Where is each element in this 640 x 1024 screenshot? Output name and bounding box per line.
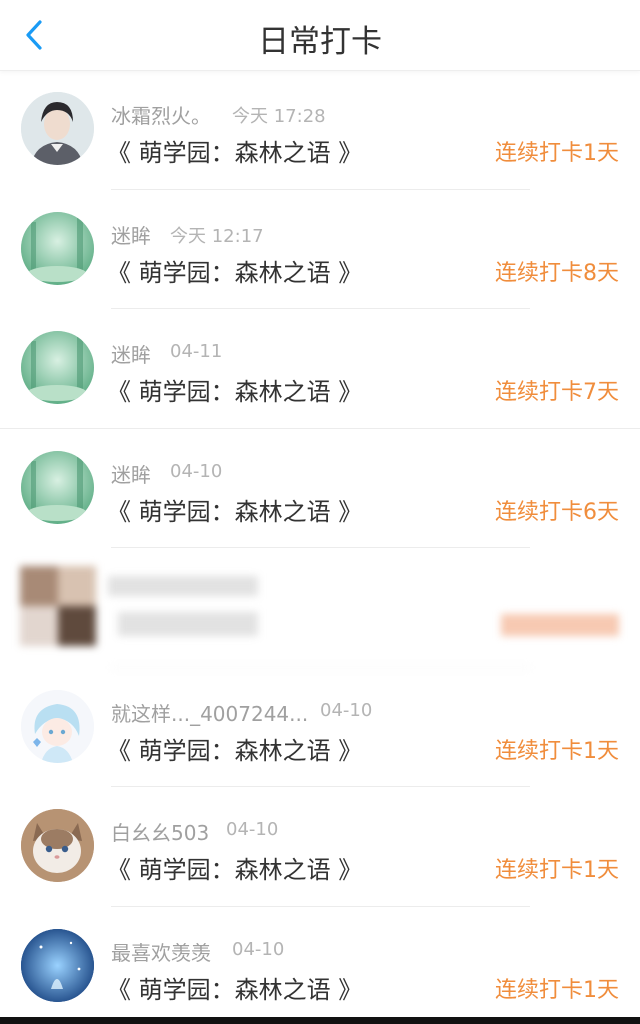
system-nav-bar (0, 1017, 640, 1024)
book-title: 《 萌学园：森林之语 》 (107, 497, 363, 526)
checkin-item[interactable]: 冰霜烈火。 今天 17:28 《 萌学园：森林之语 》 连续打卡1天 (0, 70, 640, 190)
checkin-time: 04-10 (170, 460, 223, 482)
checkin-item[interactable]: 迷眸 04-10 《 萌学园：森林之语 》 连续打卡6天 (0, 429, 640, 548)
checkin-time: 今天 17:28 (232, 106, 326, 127)
checkin-time: 04-10 (320, 699, 373, 721)
streak-label[interactable]: 连续打卡6天 (495, 494, 619, 526)
book-title: 《 萌学园：森林之语 》 (107, 258, 363, 287)
redacted-checkin-item[interactable] (0, 548, 640, 668)
user-name: 最喜欢羡羡 (111, 940, 211, 965)
streak-label[interactable]: 连续打卡1天 (495, 135, 619, 167)
kitten-avatar[interactable] (21, 809, 94, 882)
anime-girl-avatar[interactable] (21, 689, 94, 763)
user-name: 白幺幺503 (111, 821, 210, 845)
header-bar: 日常打卡 (0, 0, 640, 71)
book-title: 《 萌学园：森林之语 》 (107, 378, 363, 406)
streak-label[interactable]: 连续打卡1天 (495, 852, 619, 884)
checkin-time: 04-11 (170, 341, 223, 362)
forest-avatar[interactable] (21, 450, 94, 524)
redacted-streak (501, 614, 619, 636)
portrait-avatar[interactable] (21, 92, 94, 165)
checkin-list: 冰霜烈火。 今天 17:28 《 萌学园：森林之语 》 连续打卡1天 迷眸 今天… (0, 70, 640, 1024)
streak-label[interactable]: 连续打卡1天 (495, 733, 619, 765)
user-name: 迷眸 (111, 343, 151, 367)
blurred-avatar (20, 566, 96, 646)
checkin-time: 04-10 (226, 819, 279, 840)
checkin-item[interactable]: 迷眸 04-11 《 萌学园：森林之语 》 连续打卡7天 (0, 309, 640, 429)
user-name: 就这样..._4007244... (111, 701, 309, 726)
checkin-item[interactable]: 最喜欢羡羡 04-10 《 萌学园：森林之语 》 连续打卡1天 (0, 907, 640, 1024)
blue-night-avatar[interactable] (21, 928, 94, 1002)
checkin-time: 今天 12:17 (170, 225, 264, 247)
user-name: 迷眸 (111, 462, 151, 487)
book-title: 《 萌学园：森林之语 》 (107, 139, 363, 167)
user-name: 迷眸 (111, 223, 151, 248)
book-title: 《 萌学园：森林之语 》 (107, 736, 363, 765)
book-title: 《 萌学园：森林之语 》 (107, 975, 363, 1004)
streak-label[interactable]: 连续打卡1天 (495, 972, 619, 1004)
book-title: 《 萌学园：森林之语 》 (107, 856, 363, 884)
checkin-time: 04-10 (232, 938, 285, 960)
forest-avatar[interactable] (21, 211, 94, 285)
streak-label[interactable]: 连续打卡8天 (495, 255, 619, 287)
page-title: 日常打卡 (258, 24, 382, 60)
checkin-item[interactable]: 迷眸 今天 12:17 《 萌学园：森林之语 》 连续打卡8天 (0, 190, 640, 309)
forest-avatar[interactable] (21, 331, 94, 404)
checkin-item[interactable]: 白幺幺503 04-10 《 萌学园：森林之语 》 连续打卡1天 (0, 787, 640, 907)
streak-label[interactable]: 连续打卡7天 (495, 374, 619, 406)
checkin-item[interactable]: 就这样..._4007244... 04-10 《 萌学园：森林之语 》 连续打… (0, 668, 640, 787)
user-name: 冰霜烈火。 (111, 104, 211, 128)
redacted-book (118, 612, 258, 636)
redacted-name (108, 576, 258, 596)
